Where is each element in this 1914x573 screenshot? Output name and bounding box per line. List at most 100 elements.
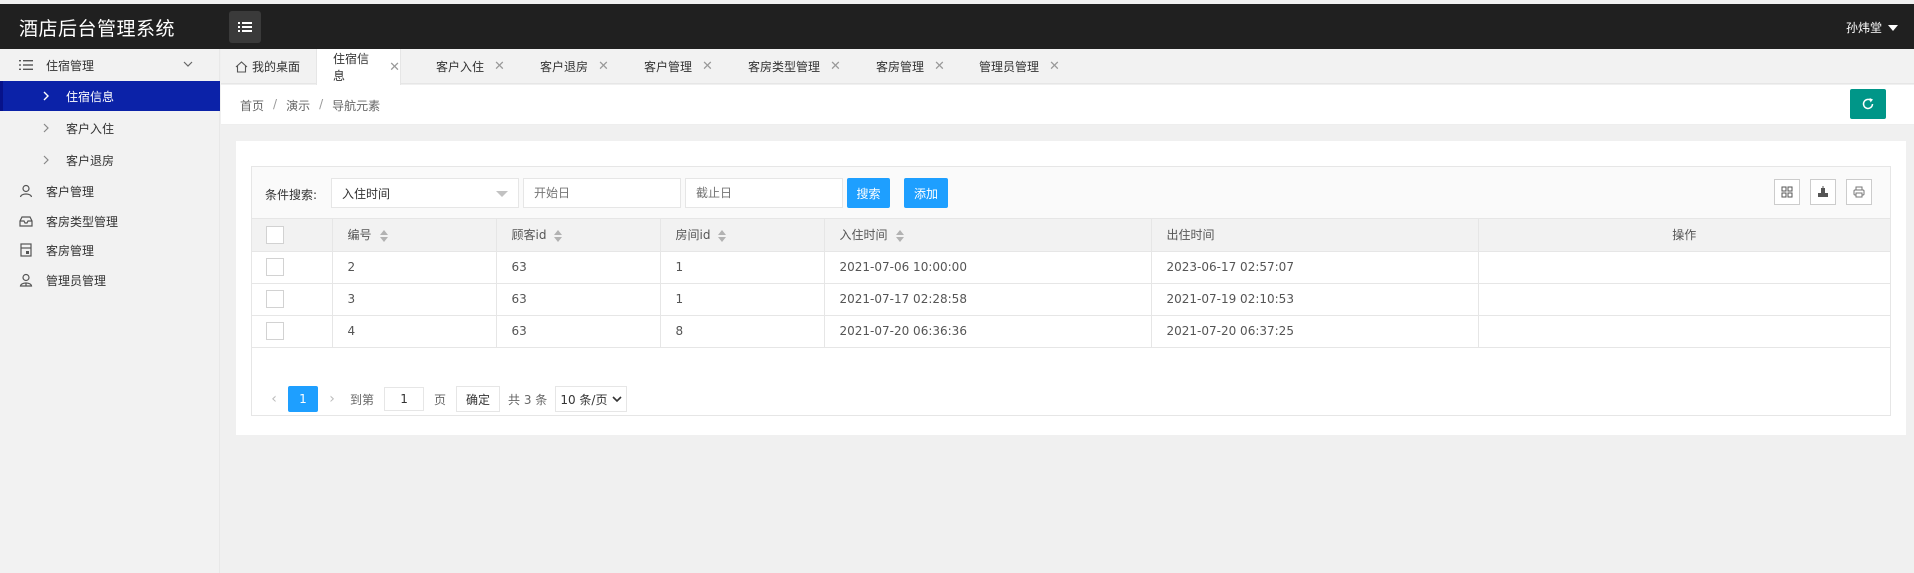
chevron-right-icon: [38, 88, 54, 104]
sidebar-item-label: 住宿信息: [66, 89, 115, 104]
sort-icon[interactable]: [379, 229, 389, 242]
tab-lodging-info[interactable]: 住宿信息 ✕: [316, 49, 401, 85]
user-menu[interactable]: 孙炜堂: [1846, 19, 1898, 36]
actions-cell: [1478, 251, 1890, 284]
user-icon: [18, 183, 34, 199]
export-button[interactable]: [1810, 179, 1836, 205]
sidebar-item-label: 客户管理: [46, 184, 95, 199]
search-condition-label: 条件搜索:: [265, 188, 318, 202]
table-cell: 2021-07-20 06:36:36: [824, 315, 1152, 348]
sidebar-item-label: 客房管理: [46, 243, 95, 258]
columns-filter-button[interactable]: [1774, 179, 1800, 205]
start-date-input[interactable]: [523, 178, 681, 208]
sidebar-item-lodging-mgmt[interactable]: 住宿管理: [0, 50, 220, 80]
grid-icon: [1781, 186, 1793, 198]
table-cell: 4: [332, 315, 497, 348]
page-unit-label: 页: [434, 392, 447, 407]
tab-admin-mgmt[interactable]: 管理员管理 ✕: [979, 49, 1060, 84]
table-cell: 8: [660, 315, 825, 348]
table-cell: 2021-07-20 06:37:25: [1151, 315, 1479, 348]
column-header[interactable]: 顾客id: [496, 219, 661, 252]
tab-checkin[interactable]: 客户入住 ✕: [436, 49, 505, 84]
tab-label: 住宿信息: [333, 52, 370, 83]
select-all-checkbox[interactable]: [266, 225, 284, 244]
data-table: 编号 顾客id 房间id 入住时间 出住时间 操作 2 63 1 2021-07…: [252, 219, 1890, 348]
content-card: 条件搜索: 入住时间 搜索 添加: [236, 141, 1906, 435]
tab-room-type-mgmt[interactable]: 客房类型管理 ✕: [748, 49, 841, 84]
export-icon: [1818, 186, 1828, 197]
column-header[interactable]: 入住时间: [824, 219, 1152, 252]
column-header: 出住时间: [1151, 219, 1479, 252]
table-cell: 1: [660, 283, 825, 316]
room-icon: [18, 242, 34, 258]
close-icon[interactable]: ✕: [1049, 59, 1060, 74]
row-checkbox[interactable]: [266, 322, 284, 340]
breadcrumb-current: 导航元素: [332, 99, 381, 113]
close-icon[interactable]: ✕: [494, 59, 505, 74]
breadcrumb-home[interactable]: 首页: [240, 97, 264, 114]
column-header[interactable]: 房间id: [660, 219, 825, 252]
page-button-current[interactable]: 1: [288, 386, 318, 412]
total-count: 共 3 条: [508, 392, 548, 407]
goto-page-input[interactable]: [384, 387, 425, 411]
sidebar-item-admin-mgmt[interactable]: 管理员管理: [0, 265, 220, 295]
tab-customer-mgmt[interactable]: 客户管理 ✕: [644, 49, 713, 84]
breadcrumb-separator: /: [319, 97, 324, 111]
row-select-cell: [252, 283, 333, 316]
close-icon[interactable]: ✕: [934, 59, 945, 74]
print-button[interactable]: [1846, 179, 1872, 205]
page-size-select[interactable]: 10 条/页: [555, 386, 628, 412]
sidebar-item-checkin[interactable]: 客户入住: [0, 113, 220, 143]
goto-confirm-button[interactable]: 确定: [456, 386, 501, 412]
sidebar-item-label: 客户退房: [66, 153, 115, 168]
sidebar-item-label: 客房类型管理: [46, 214, 119, 229]
search-button[interactable]: 搜索: [847, 178, 890, 208]
refresh-button[interactable]: [1850, 89, 1886, 119]
end-date-input[interactable]: [685, 178, 843, 208]
close-icon[interactable]: ✕: [389, 60, 400, 75]
select-all-cell: [252, 219, 333, 252]
table-cell: 2021-07-19 02:10:53: [1151, 283, 1479, 316]
tab-label: 管理员管理: [979, 60, 1040, 74]
close-icon[interactable]: ✕: [702, 59, 713, 74]
table-row: 2 63 1 2021-07-06 10:00:00 2023-06-17 02…: [252, 251, 1890, 284]
sidebar-item-room-type-mgmt[interactable]: 客房类型管理: [0, 206, 220, 236]
sidebar-item-room-mgmt[interactable]: 客房管理: [0, 235, 220, 265]
goto-label: 到第: [350, 392, 375, 407]
column-header[interactable]: 编号: [332, 219, 497, 252]
close-icon[interactable]: ✕: [830, 59, 841, 74]
table-cell: 2021-07-06 10:00:00: [824, 251, 1152, 284]
sort-icon[interactable]: [895, 229, 905, 242]
sort-icon[interactable]: [554, 229, 563, 242]
row-checkbox[interactable]: [266, 258, 284, 276]
add-button[interactable]: 添加: [904, 178, 948, 208]
print-icon: [1853, 186, 1865, 198]
search-field-select[interactable]: 入住时间: [331, 178, 519, 208]
next-page-icon[interactable]: ›: [322, 391, 342, 407]
tab-room-mgmt[interactable]: 客房管理 ✕: [876, 49, 945, 84]
data-table-container: 条件搜索: 入住时间 搜索 添加: [251, 166, 1891, 416]
table-header-row: 编号 顾客id 房间id 入住时间 出住时间 操作: [252, 219, 1890, 252]
sidebar-item-lodging-info[interactable]: 住宿信息: [0, 81, 220, 111]
table-row: 3 63 1 2021-07-17 02:28:58 2021-07-19 02…: [252, 283, 1890, 316]
dropdown-arrow-icon: [496, 191, 508, 197]
refresh-icon: [1862, 98, 1874, 110]
sidebar-item-customer-mgmt[interactable]: 客户管理: [0, 176, 220, 206]
caret-down-icon: [1888, 24, 1898, 31]
sidebar-item-checkout[interactable]: 客户退房: [0, 145, 220, 175]
menu-toggle-button[interactable]: [229, 11, 261, 43]
hamburger-icon: [238, 22, 252, 32]
close-icon[interactable]: ✕: [598, 59, 609, 74]
table-row: 4 63 8 2021-07-20 06:36:36 2021-07-20 06…: [252, 315, 1890, 348]
breadcrumb-demo[interactable]: 演示: [286, 97, 310, 114]
tab-label: 客户退房: [540, 60, 589, 74]
tab-my-desktop[interactable]: 我的桌面: [235, 49, 300, 84]
row-select-cell: [252, 251, 333, 284]
row-checkbox[interactable]: [266, 290, 284, 308]
actions-cell: [1478, 283, 1890, 316]
sort-icon[interactable]: [718, 229, 727, 242]
table-cell: 63: [496, 315, 661, 348]
tab-checkout[interactable]: 客户退房 ✕: [540, 49, 609, 84]
top-bar: 酒店后台管理系统 孙炜堂: [0, 4, 1914, 49]
prev-page-icon[interactable]: ‹: [264, 391, 284, 407]
